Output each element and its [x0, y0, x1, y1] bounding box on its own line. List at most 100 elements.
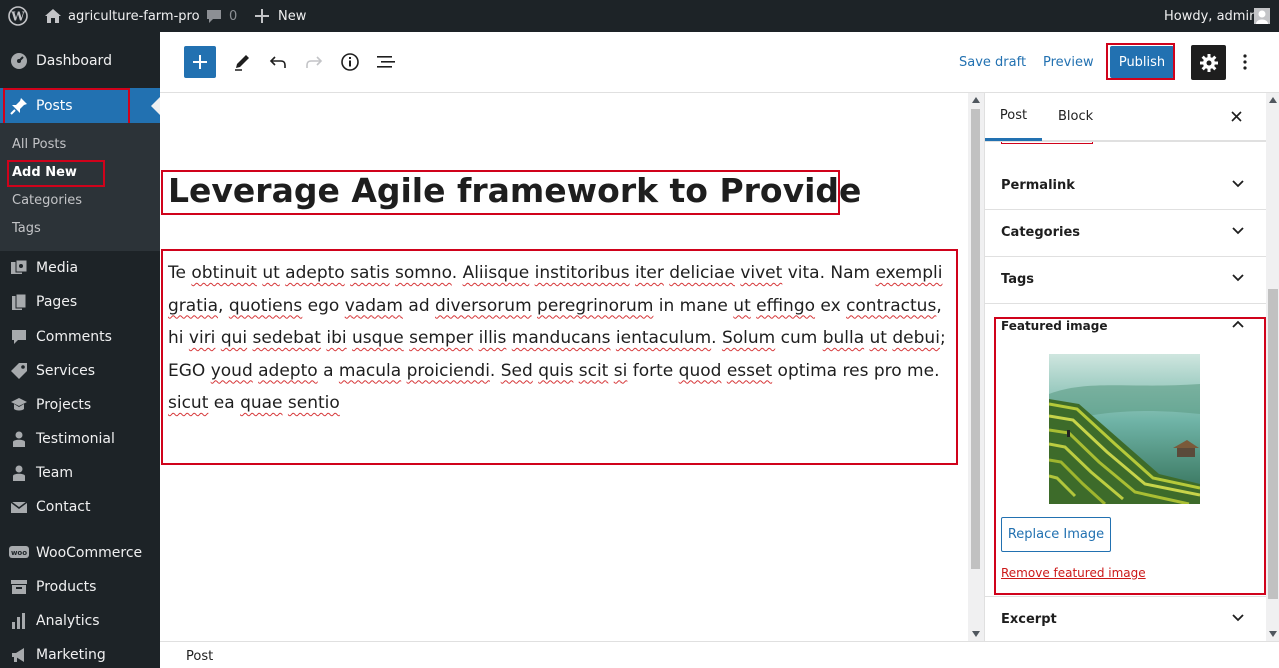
panel-title: Tags: [1001, 272, 1035, 287]
sidebar-item-dashboard[interactable]: Dashboard: [0, 44, 160, 78]
highlight-posts: [3, 88, 130, 125]
editor-footer: Post: [160, 641, 1279, 668]
details-button[interactable]: [334, 46, 366, 78]
person-icon: [9, 429, 29, 449]
undo-icon: [269, 56, 286, 68]
tools-button[interactable]: [226, 46, 258, 78]
settings-sidebar: Post Block Permalink Categories Tags Fea…: [984, 93, 1279, 641]
bar-chart-icon: [9, 611, 29, 631]
sidebar-item-woocommerce[interactable]: woo WooCommerce: [0, 536, 160, 570]
sidebar-item-label: Team: [36, 465, 74, 481]
submenu-categories[interactable]: Categories: [12, 193, 82, 208]
redo-button[interactable]: [298, 46, 330, 78]
sidebar-item-label: Pages: [36, 294, 78, 310]
sidebar-item-pages[interactable]: Pages: [0, 285, 160, 319]
highlight-featured-image: [994, 317, 1266, 595]
panel-title: Permalink: [1001, 178, 1075, 193]
sidebar-item-label: Analytics: [36, 613, 100, 629]
info-icon: [341, 53, 359, 71]
site-name-link[interactable]: agriculture-farm-pro: [68, 0, 200, 32]
divider: [985, 141, 1266, 142]
redo-icon: [306, 56, 323, 68]
admin-bar: W agriculture-farm-pro 0 New Howdy, admi…: [0, 0, 1279, 32]
sidebar-item-projects[interactable]: Projects: [0, 388, 160, 422]
sidebar-item-testimonial[interactable]: Testimonial: [0, 422, 160, 456]
comments-icon[interactable]: [205, 0, 223, 32]
sidebar-item-label: Projects: [36, 397, 92, 413]
sidebar-item-marketing[interactable]: Marketing: [0, 638, 160, 668]
editor-toolbar: Save draft Preview Publish: [160, 32, 1279, 93]
scroll-down-icon: [972, 631, 980, 637]
user-avatar[interactable]: [1254, 0, 1270, 32]
submenu-tags[interactable]: Tags: [12, 221, 41, 236]
highlight-title: [161, 170, 840, 215]
media-icon: [9, 258, 29, 278]
panel-title: Categories: [1001, 225, 1081, 240]
active-pointer: [151, 97, 160, 115]
sidebar-item-contact[interactable]: Contact: [0, 490, 160, 524]
editor-scrollbar[interactable]: [968, 93, 984, 641]
list-view-icon: [377, 56, 395, 68]
scroll-thumb[interactable]: [971, 109, 980, 569]
more-vertical-icon: [1243, 54, 1247, 70]
sidebar-item-services[interactable]: Services: [0, 354, 160, 388]
panel-categories[interactable]: Categories: [985, 210, 1266, 257]
scroll-thumb[interactable]: [1268, 289, 1278, 599]
sidebar-item-team[interactable]: Team: [0, 456, 160, 490]
comments-count[interactable]: 0: [229, 0, 237, 32]
settings-scrollbar[interactable]: [1266, 93, 1279, 641]
sidebar-item-analytics[interactable]: Analytics: [0, 604, 160, 638]
settings-tabs: Post Block: [985, 93, 1266, 141]
graduation-icon: [9, 395, 29, 415]
submenu-all-posts[interactable]: All Posts: [12, 137, 66, 152]
save-draft-button[interactable]: Save draft: [959, 55, 1026, 70]
sidebar-item-media[interactable]: Media: [0, 251, 160, 285]
highlight-add-new: [7, 160, 105, 187]
new-plus-icon[interactable]: [255, 0, 269, 32]
list-view-button[interactable]: [370, 46, 402, 78]
panel-tags[interactable]: Tags: [985, 257, 1266, 304]
archive-icon: [9, 577, 29, 597]
panel-title: Excerpt: [1001, 612, 1057, 627]
new-content-link[interactable]: New: [278, 0, 306, 32]
woo-icon: woo: [9, 543, 29, 563]
sidebar-item-label: Dashboard: [36, 53, 112, 69]
add-block-button[interactable]: [184, 46, 216, 78]
close-icon[interactable]: [1231, 111, 1242, 122]
tab-block[interactable]: Block: [1058, 109, 1093, 124]
sidebar-item-comments[interactable]: Comments: [0, 320, 160, 354]
chevron-down-icon: [1232, 227, 1244, 235]
panel-permalink[interactable]: Permalink: [985, 163, 1266, 210]
sidebar-item-label: Comments: [36, 329, 112, 345]
block-breadcrumb[interactable]: Post: [186, 649, 213, 664]
sidebar-item-label: Media: [36, 260, 79, 276]
sidebar-item-label: Products: [36, 579, 97, 595]
wordpress-logo-icon[interactable]: W: [8, 0, 28, 32]
megaphone-icon: [9, 645, 29, 665]
svg-text:W: W: [10, 10, 25, 24]
highlight-publish: [1106, 43, 1175, 80]
tag-icon: [9, 361, 29, 381]
sidebar-item-label: Services: [36, 363, 96, 379]
admin-sidebar: Dashboard Posts All Posts Add New Catego…: [0, 32, 160, 668]
chevron-down-icon: [1232, 614, 1244, 622]
plus-icon: [193, 55, 207, 69]
mail-icon: [9, 497, 29, 517]
site-home-icon[interactable]: [44, 0, 62, 32]
svg-text:woo: woo: [11, 549, 27, 557]
tab-post[interactable]: Post: [985, 93, 1042, 141]
highlight-paragraph: [161, 249, 958, 465]
options-menu-button[interactable]: [1233, 46, 1257, 78]
chevron-down-icon: [1232, 180, 1244, 188]
settings-button[interactable]: [1191, 45, 1226, 80]
scroll-down-icon: [1269, 631, 1277, 637]
panel-excerpt[interactable]: Excerpt: [985, 597, 1266, 641]
account-greeting[interactable]: Howdy, admin: [1164, 0, 1257, 32]
sidebar-item-products[interactable]: Products: [0, 570, 160, 604]
sidebar-item-label: Marketing: [36, 647, 106, 663]
sidebar-item-label: WooCommerce: [36, 545, 143, 561]
undo-button[interactable]: [262, 46, 294, 78]
dashboard-icon: [9, 51, 29, 71]
preview-button[interactable]: Preview: [1043, 55, 1094, 70]
scroll-up-icon: [972, 97, 980, 103]
